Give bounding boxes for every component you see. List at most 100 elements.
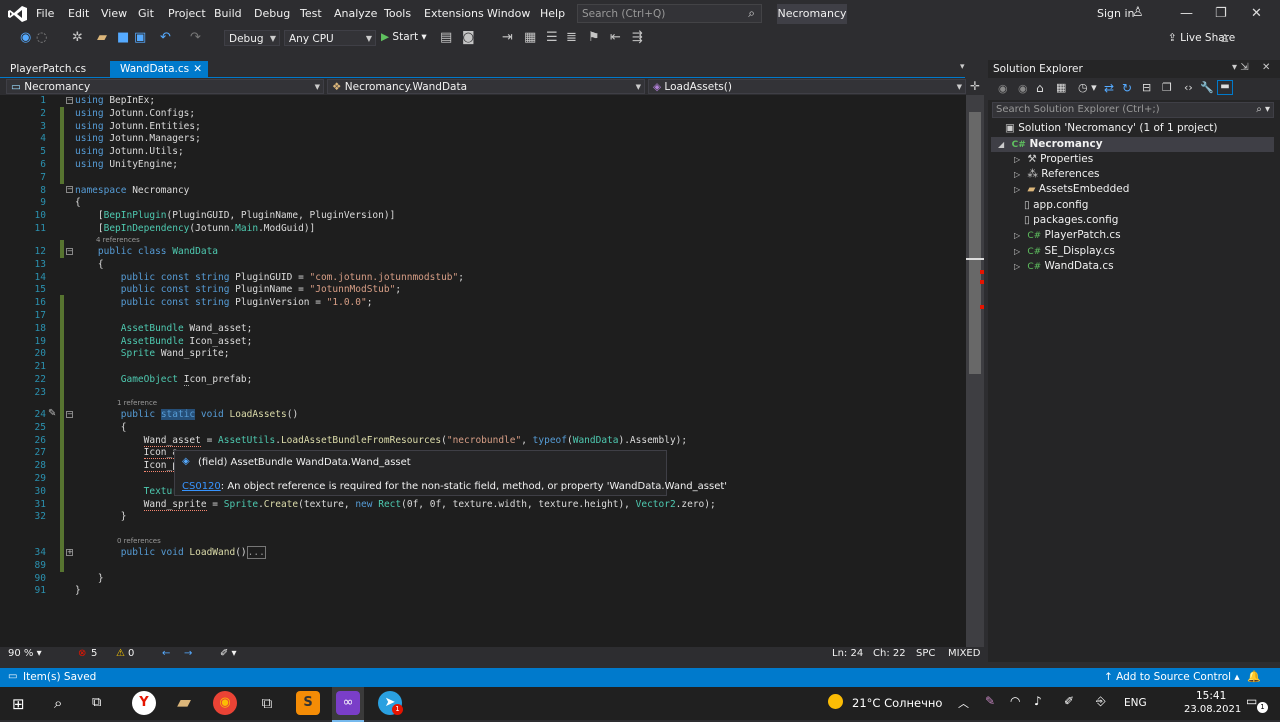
tree-item-assetsembedded[interactable]: ▷ ▰ AssetsEmbedded [1014,183,1129,195]
menu-edit[interactable]: Edit [68,7,89,20]
show-all-files-icon[interactable]: ❐ [1162,81,1172,94]
edit-tray-icon[interactable]: ✐ [1064,694,1074,708]
tree-item-properties[interactable]: ▷ ⚒ Properties [1014,153,1093,165]
menu-git[interactable]: Git [138,7,154,20]
start-debugging-button[interactable]: ▶ Start ▾ [381,31,427,43]
scrollbar-thumb[interactable] [969,112,981,374]
error-count[interactable]: 5 [91,648,97,659]
project-nav-select[interactable]: ▭ Necromancy ▼ [6,79,324,94]
network-icon[interactable]: ⎆ [1096,694,1106,709]
error-code-link[interactable]: CS0120 [182,481,221,492]
back-icon[interactable]: ◉ [998,82,1008,95]
whitespace-indicator[interactable]: SPC [916,648,935,659]
account-icon[interactable]: ♙ [1132,5,1144,20]
redo-icon[interactable]: ↷ [190,30,201,45]
collapse-region-icon[interactable]: − [66,411,73,418]
line-ending-indicator[interactable]: MIXED [948,648,980,659]
tree-solution[interactable]: ▣ Solution 'Necromancy' (1 of 1 project) [1005,122,1218,134]
configuration-select[interactable]: Debug ▼ [224,30,280,46]
menu-test[interactable]: Test [300,7,322,20]
preview-selected-icon[interactable]: ▬ [1217,80,1233,95]
file-explorer-icon[interactable]: ▰ [172,691,196,715]
codelens-references[interactable]: 4 references [96,236,140,244]
switch-views-icon[interactable]: ▦ [1056,81,1066,94]
collapse-region-icon[interactable]: − [66,186,73,193]
task-view-icon[interactable]: ⧉ [92,695,101,710]
view-code-icon[interactable]: ‹› [1184,81,1193,94]
member-nav-select[interactable]: ◈ LoadAssets() ▼ [648,79,966,94]
bookmark-icon[interactable]: ⚑ [588,30,600,45]
next-issue-icon[interactable]: → [184,648,192,659]
menu-build[interactable]: Build [214,7,242,20]
collapse-all-icon[interactable]: ⊟ [1142,81,1151,94]
platform-select[interactable]: Any CPU ▼ [284,30,376,46]
menu-extensions[interactable]: Extensions [424,7,484,20]
minimize-icon[interactable]: — [1180,6,1193,21]
feedback-icon[interactable]: ♙ [1220,32,1230,45]
yandex-browser-icon[interactable]: Y [132,691,156,715]
forward-icon[interactable]: ◉ [1018,82,1028,95]
clock-date[interactable]: 23.08.2021 [1184,704,1241,715]
layout-icon[interactable]: ▦ [524,30,536,45]
warning-count[interactable]: 0 [128,648,134,659]
wifi-icon[interactable]: ◠ [1010,694,1020,708]
quick-actions-icon[interactable]: ✎ [48,408,56,419]
panel-menu-icon[interactable]: ▾ ⇲ [1232,62,1249,73]
notification-center-icon[interactable]: ▭ [1246,694,1257,708]
bookmark-prev-icon[interactable]: ⇤ [610,30,621,45]
split-icon[interactable]: ✛ [970,79,980,93]
forward-nav-icon[interactable]: ◌ [36,30,47,45]
format-icon[interactable]: ☰ [546,30,558,45]
save-all-icon[interactable]: ▣ [134,30,146,45]
menu-tools[interactable]: Tools [384,7,411,20]
add-to-source-control-button[interactable]: ↑ Add to Source Control ▴ [1104,671,1240,683]
browser-link-icon[interactable]: ▤ [440,30,452,45]
close-window-icon[interactable]: ✕ [1251,6,1262,21]
notifications-bell-icon[interactable]: 🔔 [1247,670,1261,683]
close-panel-icon[interactable]: ✕ [1262,62,1270,73]
properties-icon[interactable]: 🔧 [1200,81,1214,94]
tray-chevron-icon[interactable]: ︿ [958,695,969,711]
step-icon[interactable]: ⇥ [502,30,513,45]
sublime-text-icon[interactable]: S [296,691,320,715]
global-search-input[interactable]: Search (Ctrl+Q) ⌕ [577,4,762,23]
tab-overflow-icon[interactable]: ▾ [960,62,965,72]
code-cleanup-icon[interactable]: ✐ ▾ [220,648,237,659]
new-project-icon[interactable]: ✲ [72,30,83,45]
save-icon[interactable]: ■ [117,30,129,45]
menu-analyze[interactable]: Analyze [334,7,377,20]
undo-icon[interactable]: ↶ [160,30,171,45]
back-nav-icon[interactable]: ◉ [20,30,31,45]
codelens-references[interactable]: 1 reference [117,399,157,407]
sign-in-link[interactable]: Sign in [1097,7,1135,20]
home-icon[interactable]: ⌂ [1036,81,1044,95]
open-folder-icon[interactable]: ▰ [97,30,107,45]
menu-file[interactable]: File [36,7,54,20]
menu-window[interactable]: Window [487,7,530,20]
tree-item-app-config[interactable]: ▯ app.config [1024,199,1088,211]
screenshot-icon[interactable]: ◙ [462,30,475,45]
bookmark-next-icon[interactable]: ⇶ [632,30,643,45]
solution-search-input[interactable]: Search Solution Explorer (Ctrl+;) ⌕ ▾ [992,102,1274,118]
chrome-icon[interactable]: ◉ [213,691,237,715]
pen-icon[interactable]: ✎ [985,694,995,708]
codelens-references[interactable]: 0 references [117,537,161,545]
volume-icon[interactable]: ♪ [1034,694,1042,708]
code-editor[interactable]: 1 2 3 4 5 6 7 8 9 10 11 12 13 14 15 16 1… [0,95,966,647]
tree-item-packages-config[interactable]: ▯ packages.config [1024,214,1118,226]
tree-item-playerpatch[interactable]: ▷ C# PlayerPatch.cs [1014,229,1121,241]
restore-icon[interactable]: ❐ [1215,6,1227,21]
sync-icon[interactable]: ⇄ [1104,81,1114,95]
clock-time[interactable]: 15:41 [1196,690,1226,702]
zoom-select[interactable]: 90 % ▾ [8,648,42,659]
indent-icon[interactable]: ≣ [566,30,577,45]
tree-item-wanddata[interactable]: ▷ C# WandData.cs [1014,260,1114,272]
weather-text[interactable]: 21°C Солнечно [852,696,942,710]
menu-view[interactable]: View [101,7,127,20]
tree-item-se-display[interactable]: ▷ C# SE_Display.cs [1014,245,1115,257]
collapse-region-icon[interactable]: − [66,248,73,255]
prev-issue-icon[interactable]: ← [162,648,170,659]
refresh-icon[interactable]: ↻ [1122,81,1132,95]
visual-studio-taskbar-icon[interactable]: ∞ [336,691,360,715]
taskbar-search-icon[interactable]: ⌕ [54,694,62,712]
